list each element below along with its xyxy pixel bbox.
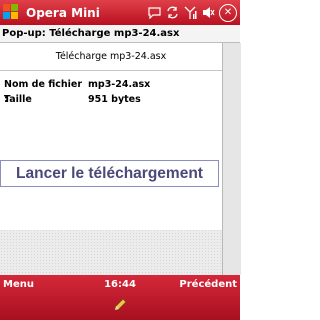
content-area: Télécharge mp3-24.asx Nom de fichier : m… <box>0 43 241 275</box>
system-tray: ✕ <box>147 3 237 22</box>
chat-icon[interactable] <box>147 6 161 20</box>
signal-icon[interactable] <box>183 6 197 20</box>
page-title: Télécharge mp3-24.asx <box>0 43 222 71</box>
file-info: Nom de fichier : mp3-24.asx Taille 951 b… <box>4 77 150 107</box>
windows-start-icon[interactable] <box>3 4 20 21</box>
file-name-value: mp3-24.asx <box>88 79 151 90</box>
start-download-button[interactable]: Lancer le téléchargement <box>0 160 219 187</box>
app-title: Opera Mini <box>26 5 100 20</box>
close-icon[interactable]: ✕ <box>219 3 237 22</box>
file-size-value: 951 bytes <box>88 94 141 105</box>
sync-icon[interactable] <box>165 6 179 20</box>
title-bar: Opera Mini ✕ <box>0 0 240 25</box>
back-softkey[interactable]: Précédent <box>179 279 237 290</box>
file-name-label: Nom de fichier : <box>4 79 83 105</box>
input-pen-icon[interactable] <box>112 297 128 313</box>
file-size-label: Taille <box>4 94 32 105</box>
file-name-row: Nom de fichier : mp3-24.asx <box>4 77 151 105</box>
bottom-bar: Menu 16:44 Précédent <box>0 275 240 320</box>
page-panel: Télécharge mp3-24.asx Nom de fichier : m… <box>0 43 222 230</box>
file-size-row: Taille 951 bytes <box>4 92 150 107</box>
scrollbar[interactable] <box>222 43 241 275</box>
popup-header-text: Pop-up: Télécharge mp3-24.asx <box>2 28 180 39</box>
popup-header: Pop-up: Télécharge mp3-24.asx <box>0 25 240 43</box>
volume-icon[interactable] <box>201 6 215 20</box>
